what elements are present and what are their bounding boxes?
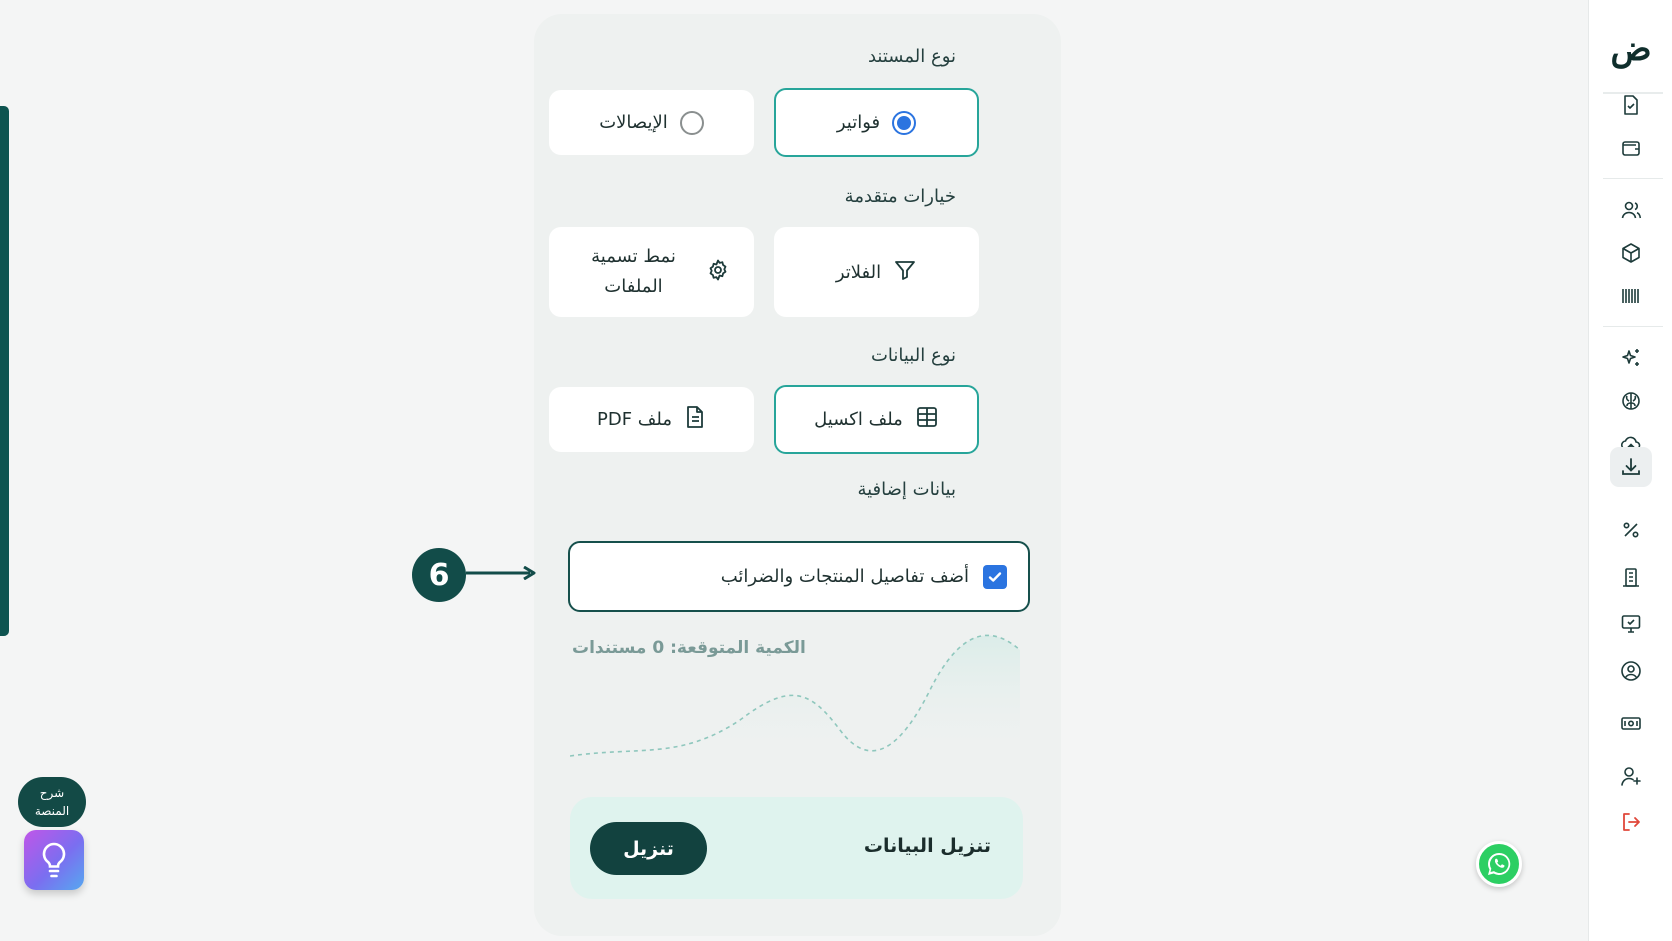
file-naming-button[interactable]: نمط تسمية الملفات (549, 227, 754, 317)
option-invoices[interactable]: فواتير (774, 88, 979, 157)
nav-sparkles-icon[interactable] (1610, 338, 1652, 378)
download-panel: تنزيل البيانات تنزيل (570, 797, 1023, 899)
option-excel-label: ملف اكسيل (814, 409, 903, 430)
document-type-title: نوع المستند (867, 46, 956, 67)
right-sidebar: ض (1588, 0, 1672, 941)
nav-percent-icon[interactable] (1610, 510, 1652, 550)
filter-icon (893, 258, 917, 287)
option-invoices-label: فواتير (836, 112, 881, 133)
help-line-1: شرح (39, 786, 65, 800)
help-line-2: المنصة (34, 804, 70, 818)
extra-data-title: بيانات إضافية (857, 479, 956, 500)
download-panel-title: تنزيل البيانات (863, 835, 991, 857)
whatsapp-button[interactable] (1476, 841, 1522, 887)
whatsapp-icon (1488, 852, 1511, 875)
nav-wallet-icon[interactable] (1610, 128, 1652, 168)
table-icon (915, 405, 939, 434)
radio-invoices[interactable] (892, 110, 917, 135)
nav-banknote-icon[interactable] (1610, 703, 1652, 743)
brand-logo[interactable]: ض (1607, 26, 1655, 72)
nav-divider (1603, 326, 1663, 327)
nav-box-icon[interactable] (1610, 233, 1652, 273)
arrow-right-icon (466, 566, 536, 580)
gear-icon (706, 258, 730, 287)
option-receipts-label: الإيصالات (599, 112, 668, 133)
option-excel[interactable]: ملف اكسيل (774, 385, 979, 454)
brand-logo-text: ض (1610, 29, 1652, 69)
nav-users-icon[interactable] (1610, 190, 1652, 230)
data-type-title: نوع البيانات (870, 345, 956, 366)
nav-divider (1603, 178, 1663, 179)
product-tax-checkbox[interactable] (983, 564, 1007, 589)
nav-barcode-icon[interactable] (1610, 276, 1652, 316)
nav-file-check-icon[interactable] (1610, 85, 1652, 125)
option-receipts[interactable]: الإيصالات (549, 90, 754, 155)
advanced-options-title: خيارات متقدمة (844, 186, 956, 207)
nav-monitor-check-icon[interactable] (1610, 604, 1652, 644)
option-pdf[interactable]: ملف PDF (549, 387, 754, 452)
file-naming-label: نمط تسمية الملفات (591, 246, 676, 297)
left-accent-bar (0, 106, 9, 636)
radio-receipts[interactable] (679, 110, 704, 135)
product-tax-details-option[interactable]: أضف تفاصيل المنتجات والضرائب (568, 541, 1030, 612)
filters-label: الفلاتر (835, 261, 882, 283)
nav-user-circle-icon[interactable] (1610, 651, 1652, 691)
platform-guide-bubble[interactable]: شرح المنصة (18, 777, 86, 827)
step-number-badge: 6 (412, 548, 466, 602)
option-pdf-label: ملف PDF (596, 409, 673, 430)
lightbulb-icon (42, 842, 66, 878)
nav-user-plus-icon[interactable] (1610, 756, 1652, 796)
nav-brain-icon[interactable] (1610, 381, 1652, 421)
nav-download-icon[interactable] (1610, 447, 1652, 487)
filters-button[interactable]: الفلاتر (774, 227, 979, 317)
nav-building-icon[interactable] (1610, 557, 1652, 597)
document-icon (684, 405, 706, 434)
nav-logout-icon[interactable] (1610, 802, 1652, 842)
download-button[interactable]: تنزيل (590, 822, 707, 875)
expected-count-text: الكمية المتوقعة: 0 مستندات (572, 638, 806, 658)
lightbulb-button[interactable] (24, 830, 84, 890)
product-tax-label: أضف تفاصيل المنتجات والضرائب (720, 566, 969, 587)
